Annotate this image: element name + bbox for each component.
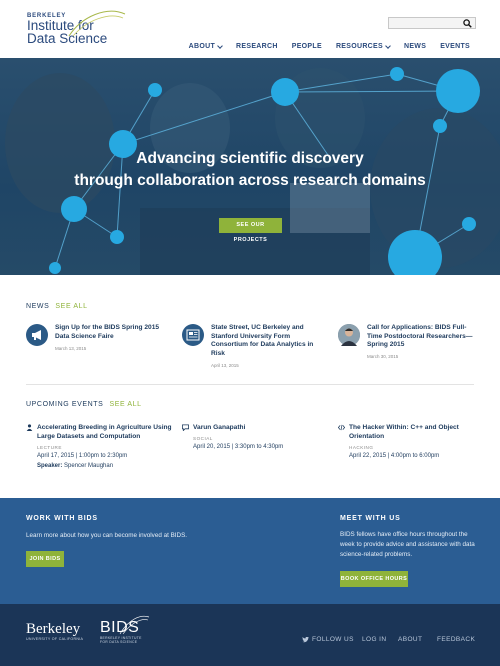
search-icon[interactable] [463,19,472,28]
events-see-all-link[interactable]: SEE ALL [109,401,141,408]
news-title[interactable]: Call for Applications: BIDS Full-Time Po… [367,324,479,350]
see-our-projects-button[interactable]: SEE OUR PROJECTS [219,218,282,243]
search-input[interactable] [388,17,476,29]
main-nav: ABOUT RESEARCH PEOPLE RESOURCES NEWS EVE… [175,42,470,50]
nav-people[interactable]: PEOPLE [292,43,322,50]
news-see-all-link[interactable]: SEE ALL [55,303,87,310]
news-heading: NEWS SEE ALL [26,303,88,310]
meet-text-line1: BIDS fellows have office hours throughou… [340,531,468,538]
site-footer: Berkeley UNIVERSITY OF CALIFORNIA BIDS B… [0,604,500,666]
footer-feedback-link[interactable]: FEEDBACK [437,636,475,643]
event-speaker-label: Speaker: [37,463,63,469]
newspaper-icon [182,324,204,346]
hero-headline: Advancing scientific discovery through c… [0,148,500,192]
nav-news[interactable]: NEWS [404,43,426,50]
events-heading: UPCOMING EVENTS SEE ALL [26,401,142,408]
chat-icon [182,424,189,431]
nav-news-label: NEWS [403,43,427,50]
news-title[interactable]: State Street, UC Berkeley and Stanford U… [211,324,323,358]
news-title[interactable]: Sign Up for the BIDS Spring 2015 Data Sc… [55,324,167,341]
hero-banner: Advancing scientific discovery through c… [0,58,500,275]
footer-about-link[interactable]: ABOUT [398,636,422,643]
cta-band: WORK WITH BIDS Learn more about how you … [0,498,500,604]
event-type: HACKING [349,445,374,450]
nav-people-label: PEOPLE [291,43,322,50]
work-with-bids-text: Learn more about how you can become invo… [26,532,188,539]
meet-with-us-title: MEET WITH US [340,515,401,522]
chevron-down-icon [217,42,223,49]
meet-text-line3: science-related problems. [340,551,413,558]
footer-log-in-link[interactable]: LOG IN [362,636,386,643]
event-datetime: April 22, 2015 | 4:00pm to 6:00pm [349,453,440,459]
work-with-bids-title: WORK WITH BIDS [26,515,98,522]
event-title[interactable]: The Hacker Within: C++ and Object Orient… [349,423,489,441]
bids-arc-icon [119,615,150,635]
follow-us-label: FOLLOW US [312,636,354,643]
join-bids-button[interactable]: JOIN BIDS [26,551,64,567]
footer-follow-us-link[interactable]: FOLLOW US [302,636,354,643]
event-title[interactable]: Varun Ganapathi [193,423,333,432]
bids-footer-logo[interactable]: BIDS BERKELEY INSTITUTE FOR DATA SCIENCE [100,615,150,644]
event-title[interactable]: Accelerating Breeding in Agriculture Usi… [37,423,177,441]
berkeley-subtitle: UNIVERSITY OF CALIFORNIA [26,637,84,641]
nav-resources[interactable]: RESOURCES [335,42,391,50]
news-date: March 30, 2015 [367,354,399,359]
event-datetime: April 20, 2015 | 3:30pm to 4:30pm [193,444,284,450]
news-date: March 13, 2015 [55,346,87,351]
event-type: LECTURE [37,445,62,450]
chevron-down-icon [385,42,391,49]
bids-subtitle-line2: FOR DATA SCIENCE [100,640,138,644]
nav-resources-label: RESOURCES [335,43,383,50]
nav-research[interactable]: RESEARCH [236,43,278,50]
news-heading-label: NEWS [26,303,50,310]
twitter-icon [302,636,309,642]
uc-berkeley-logo[interactable]: Berkeley UNIVERSITY OF CALIFORNIA [26,621,84,642]
nav-about-label: ABOUT [188,43,216,50]
event-type: SOCIAL [193,436,213,441]
berkeley-wordmark: Berkeley [26,621,81,637]
code-icon [338,424,345,431]
hero-headline-line2: through collaboration across research do… [74,172,426,189]
event-speaker: Speaker: Spencer Maughan [37,463,113,469]
nav-research-label: RESEARCH [236,43,278,50]
book-office-hours-button[interactable]: BOOK OFFICE HOURS [340,571,408,587]
megaphone-icon [26,324,48,346]
events-heading-label: UPCOMING EVENTS [26,401,104,408]
nav-events[interactable]: EVENTS [440,43,470,50]
avatar-photo [338,324,360,346]
meet-with-us-text: BIDS fellows have office hours throughou… [340,530,490,560]
logo-arc-icon [68,10,126,37]
nav-about[interactable]: ABOUT [188,42,223,50]
news-date: April 13, 2015 [211,363,239,368]
section-divider [26,384,474,385]
event-speaker-name: Spencer Maughan [64,463,114,469]
nav-events-label: EVENTS [440,43,470,50]
meet-text-line2: week to provide advice and assistance wi… [340,541,475,548]
hero-headline-line1: Advancing scientific discovery [136,150,364,167]
event-datetime: April 17, 2015 | 1:00pm to 2:30pm [37,453,128,459]
site-header: BERKELEY Institute for Data Science ABOU… [0,0,500,58]
bids-logo[interactable]: BERKELEY Institute for Data Science [27,10,126,45]
person-icon [26,424,33,431]
